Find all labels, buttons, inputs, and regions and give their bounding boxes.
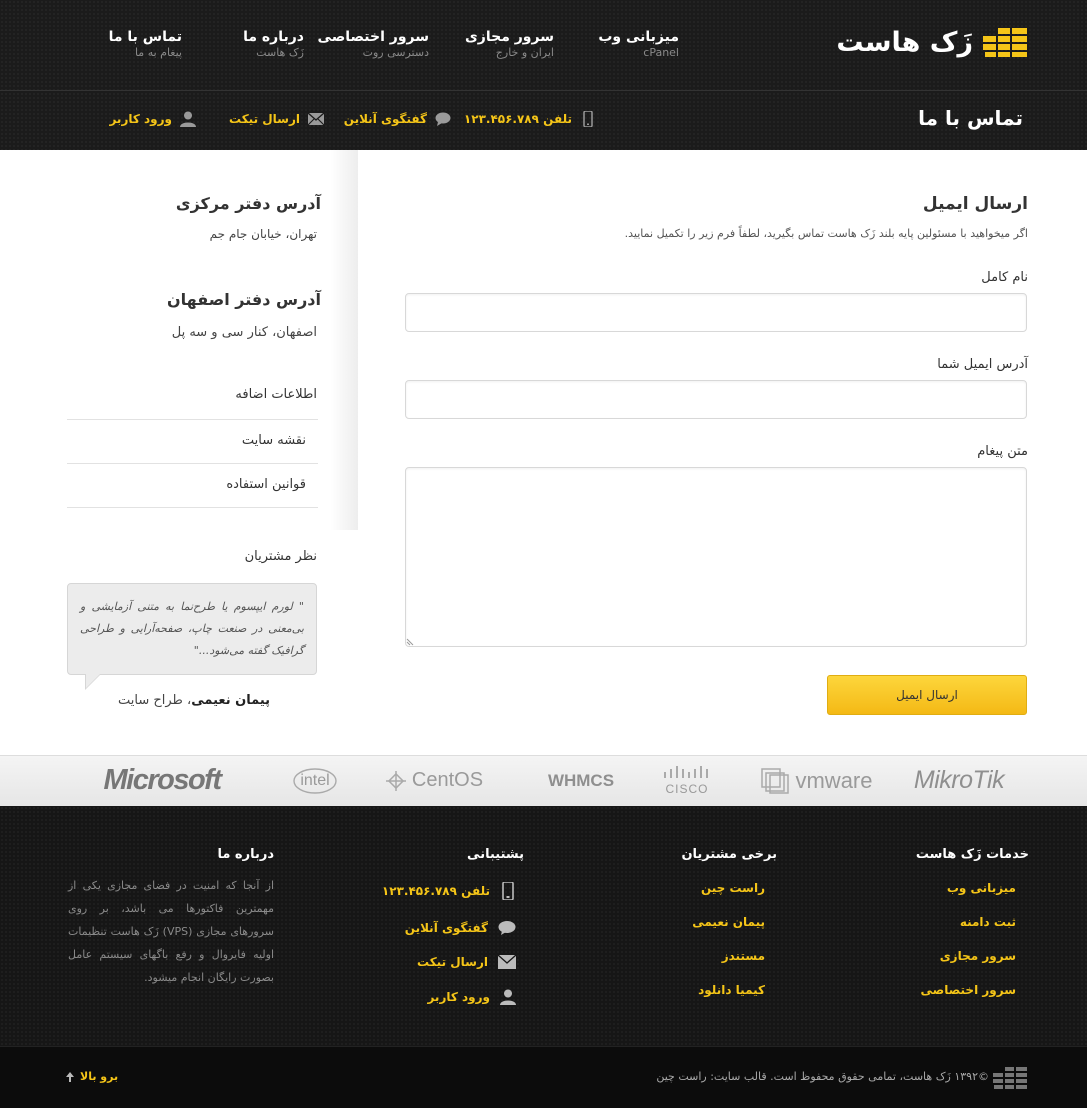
email-label: آدرس ایمیل شما [937, 357, 1028, 372]
nav-title: سرور مجازی [464, 29, 554, 45]
footer-about-text: از آنجا که امنیت در فضای مجازی یکی از مه… [68, 879, 274, 984]
testimonials-title: نظر مشتریان [244, 549, 317, 564]
chat-bubble-icon [498, 921, 516, 935]
centos-logo-icon [385, 770, 406, 791]
name-input[interactable] [405, 293, 1027, 332]
nav-title: میزبانی وب [598, 29, 679, 45]
footer-phone-label: تلفن ۱۲۳.۴۵۶.۷۸۹ [381, 884, 490, 898]
toolbar-chat-label: گفتگوی آنلاین [343, 112, 427, 126]
partner-logo-cisco: CISCO [655, 755, 719, 806]
testimonial-quote: " لورم ایپسوم یا طرح‌نما به متنی آزمایشی… [67, 583, 317, 675]
nav-item-web-hosting[interactable]: میزبانی وب cPanel [598, 28, 679, 60]
footer-link-web-hosting[interactable]: میزبانی وب [947, 881, 1016, 895]
message-textarea[interactable] [405, 467, 1027, 647]
nav-title: تماس با ما [108, 29, 182, 45]
back-to-top-link[interactable]: برو بالا [66, 1070, 118, 1083]
user-icon [500, 989, 516, 1005]
sidebar-link-extra-info[interactable]: اطلاعات اضافه [235, 387, 317, 402]
server-rack-icon [983, 28, 1027, 57]
partner-logo-mikrotik: MikroTik [913, 766, 1005, 794]
nav-subtitle: ایران و خارج [495, 46, 554, 59]
toolbar-chat[interactable]: گفتگوی آنلاین [344, 111, 451, 127]
user-icon [180, 111, 196, 127]
nav-subtitle: زَک هاست [256, 46, 304, 59]
sidebar-link-sitemap[interactable]: نقشه سایت [242, 433, 306, 448]
footer-chat-label: گفتگوی آنلاین [404, 921, 488, 935]
mobile-phone-icon [583, 111, 593, 127]
header-divider [0, 90, 1087, 91]
nav-item-dedicated[interactable]: سرور اختصاصی دسترسی روت [318, 28, 429, 60]
page-title: تماس با ما [918, 106, 1023, 130]
footer-support-ticket[interactable]: ارسال تیکت [417, 955, 516, 969]
toolbar-login-label: ورود کاربر [109, 112, 172, 126]
isfahan-address-title: آدرس دفتر اصفهان [167, 290, 321, 309]
footer-customers-title: برخی مشتریان [681, 847, 777, 862]
partner-logo-vmware: vmware [757, 755, 877, 806]
partner-logo-whmcs: WHMCS [547, 770, 615, 790]
author-name: پیمان نعیمی [191, 693, 271, 708]
copyright-text: ©۱۳۹۲ زَک هاست، تمامی حقوق محفوظ است. قا… [656, 1070, 989, 1083]
isfahan-address-text: اصفهان، کنار سی و سه پل [171, 325, 317, 340]
nav-subtitle: cPanel [643, 46, 679, 59]
send-email-button[interactable]: ارسال ایمیل [827, 675, 1027, 715]
footer-link-dedicated[interactable]: سرور اختصاصی [920, 983, 1016, 997]
footer-support-login[interactable]: ورود کاربر [427, 989, 516, 1005]
footer-about-title: درباره ما [217, 847, 274, 862]
contact-form-title: ارسال ایمیل [922, 194, 1028, 214]
message-label: متن پیغام [977, 444, 1028, 459]
testimonial-bubble-tail [86, 674, 100, 688]
hq-address-text: تهران، خیابان جام جم [209, 227, 317, 241]
partner-logo-microsoft: Microsoft [103, 764, 223, 796]
toolbar-ticket-label: ارسال تیکت [228, 112, 300, 126]
footer-support-title: پشتیبانی [467, 847, 524, 862]
footer-link-customer[interactable]: پیمان نعیمی [692, 915, 765, 929]
partner-logo-intel: intel [290, 755, 340, 806]
arrow-up-icon [66, 1071, 74, 1082]
sidebar-divider [67, 507, 318, 508]
footer-link-customer[interactable]: راست چین [701, 881, 765, 895]
footer-ticket-label: ارسال تیکت [416, 955, 488, 969]
chat-bubble-icon [435, 112, 451, 126]
back-to-top-label: برو بالا [80, 1070, 119, 1083]
brand-name: زَک هاست [836, 26, 973, 58]
nav-subtitle: پیغام به ما [134, 46, 182, 59]
column-shadow [330, 150, 358, 530]
toolbar-ticket[interactable]: ارسال تیکت [229, 111, 324, 127]
server-rack-icon [993, 1067, 1027, 1089]
sidebar-divider [67, 419, 318, 420]
site-logo[interactable]: زَک هاست [836, 26, 1027, 58]
footer-support-phone[interactable]: تلفن ۱۲۳.۴۵۶.۷۸۹ [382, 882, 516, 900]
footer-support-chat[interactable]: گفتگوی آنلاین [405, 920, 516, 936]
envelope-icon [498, 955, 516, 969]
author-role: ، طراح سایت [118, 693, 192, 708]
footer-link-domain[interactable]: ثبت دامنه [960, 915, 1016, 929]
footer-link-customer[interactable]: مستندز [722, 949, 765, 963]
toolbar-phone[interactable]: تلفن ۱۲۳.۴۵۶.۷۸۹ [464, 111, 596, 127]
nav-title: درباره ما [243, 29, 304, 45]
toolbar-phone-label: تلفن ۱۲۳.۴۵۶.۷۸۹ [463, 112, 572, 126]
contact-form-description: اگر میخواهید با مسئولین پایه بلند زَک ها… [624, 227, 1028, 240]
partner-logo-centos: CentOS [382, 755, 486, 806]
nav-subtitle: دسترسی روت [362, 46, 429, 59]
footer-services-title: خدمات زَک هاست [915, 847, 1029, 862]
cisco-bars-icon [664, 765, 708, 778]
nav-item-about[interactable]: درباره ما زَک هاست [243, 28, 304, 60]
hq-address-title: آدرس دفتر مرکزی [175, 194, 321, 213]
name-label: نام کامل [981, 270, 1028, 285]
mobile-phone-icon [502, 882, 514, 900]
nav-item-vps[interactable]: سرور مجازی ایران و خارج [465, 28, 554, 60]
sidebar-divider [67, 463, 318, 464]
footer-login-label: ورود کاربر [427, 990, 490, 1004]
toolbar-login[interactable]: ورود کاربر [109, 111, 196, 127]
email-input[interactable] [405, 380, 1027, 419]
envelope-icon [308, 112, 324, 126]
footer-link-customer[interactable]: کیمیا دانلود [698, 983, 765, 997]
sidebar-link-terms[interactable]: قوانین استفاده [226, 477, 306, 492]
nav-title: سرور اختصاصی [317, 29, 429, 45]
vmware-squares-icon [761, 767, 790, 794]
nav-item-contact[interactable]: تماس با ما پیغام به ما [109, 28, 182, 60]
footer-link-vps[interactable]: سرور مجازی [940, 949, 1016, 963]
testimonial-author: پیمان نعیمی، طراح سایت [118, 693, 270, 708]
resize-grip-icon[interactable] [406, 636, 416, 646]
